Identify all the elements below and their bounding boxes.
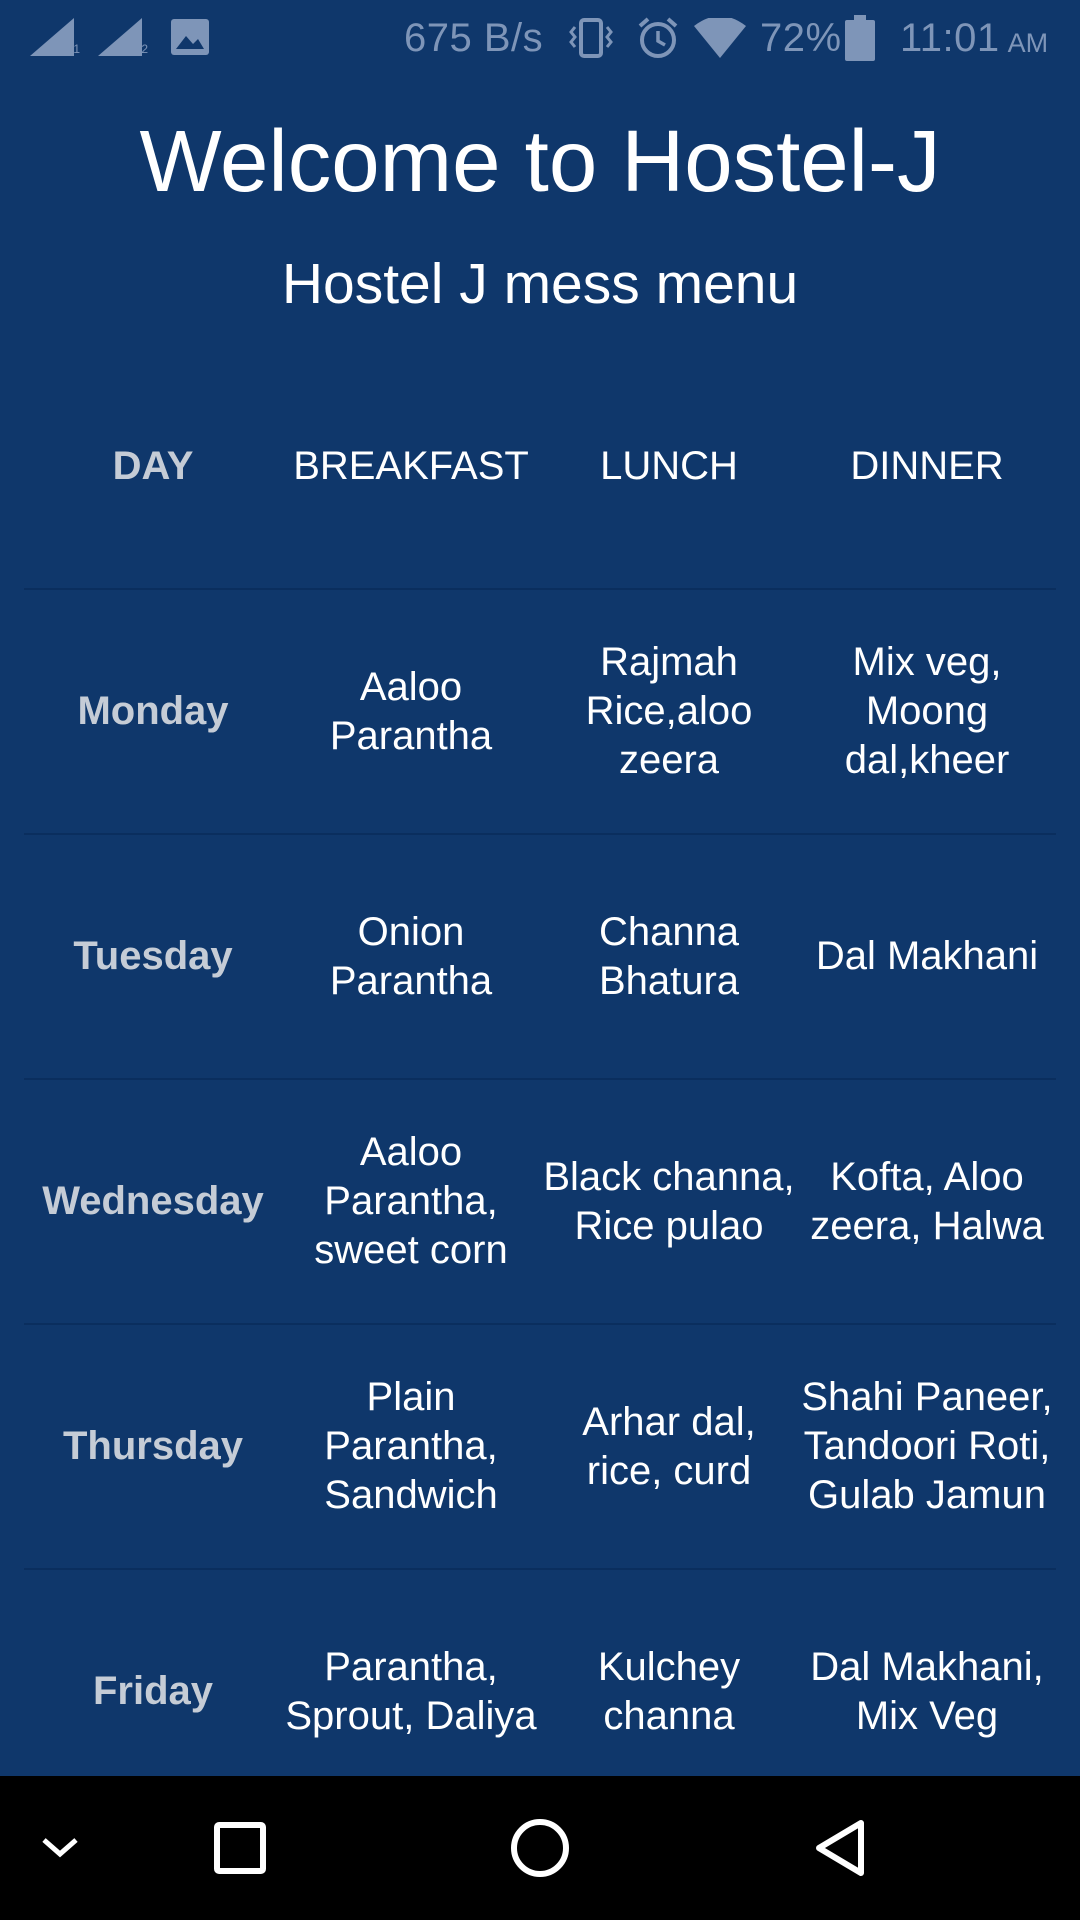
day-cell: Wednesday: [42, 1179, 264, 1223]
header-day: DAY: [112, 444, 194, 488]
status-bar: 1 2 675 B/s 72% 11:01 AM: [0, 0, 1080, 76]
breakfast-cell: Aaloo Parantha: [329, 664, 493, 758]
table-row: Wednesday Aaloo Parantha, sweet corn Bla…: [24, 1080, 1056, 1325]
table-row: Monday Aaloo Parantha Rajmah Rice,aloo z…: [24, 590, 1056, 835]
breakfast-cell: Aaloo Parantha, sweet corn: [314, 1130, 508, 1272]
day-cell: Thursday: [62, 1424, 244, 1468]
home-circle-icon[interactable]: [480, 1776, 600, 1920]
breakfast-cell: Plain Parantha, Sandwich: [324, 1375, 498, 1517]
mess-menu-table: DAY BREAKFAST LUNCH DINNER Monday Aaloo …: [24, 345, 1056, 1815]
back-triangle-icon[interactable]: [780, 1776, 900, 1920]
day-cell: Friday: [92, 1669, 214, 1713]
navigation-bar: [0, 1776, 1080, 1920]
header-breakfast: BREAKFAST: [293, 444, 529, 488]
vibrate-icon: [568, 0, 614, 76]
network-speed: 675 B/s: [404, 15, 544, 60]
alarm-icon: [636, 0, 680, 76]
signal-sim2-icon: 2: [98, 18, 148, 56]
header-lunch: LUNCH: [600, 444, 738, 488]
page-subtitle: Hostel J mess menu: [281, 252, 799, 316]
dinner-cell: Dal Makhani, Mix Veg: [810, 1644, 1044, 1738]
page-title: Welcome to Hostel-J: [139, 113, 941, 210]
battery-icon: [845, 0, 875, 76]
recents-square-icon[interactable]: [180, 1776, 300, 1920]
battery-percent: 72%: [760, 15, 842, 60]
table-row: Thursday Plain Parantha, Sandwich Arhar …: [24, 1325, 1056, 1570]
collapse-chevron-icon[interactable]: [0, 1776, 120, 1920]
signal-sim1-icon: 1: [30, 18, 80, 56]
header-dinner: DINNER: [850, 444, 1004, 488]
lunch-cell: Arhar dal, rice, curd: [582, 1399, 756, 1493]
lunch-cell: Rajmah Rice,aloo zeera: [585, 640, 753, 782]
table-header-row: DAY BREAKFAST LUNCH DINNER: [24, 345, 1056, 590]
dinner-cell: Shahi Paneer, Tandoori Roti, Gulab Jamun: [801, 1375, 1053, 1517]
lunch-cell: Channa Bhatura: [598, 909, 740, 1003]
lunch-cell: Black channa, Rice pulao: [543, 1154, 795, 1248]
table-row: Tuesday Onion Parantha Channa Bhatura Da…: [24, 835, 1056, 1080]
dinner-cell: Kofta, Aloo zeera, Halwa: [810, 1154, 1044, 1248]
dinner-cell: Dal Makhani: [815, 934, 1039, 978]
image-notification-icon: [170, 18, 210, 56]
wifi-icon: [694, 0, 746, 76]
breakfast-cell: Parantha, Sprout, Daliya: [285, 1644, 537, 1738]
day-cell: Monday: [77, 689, 229, 733]
day-cell: Tuesday: [73, 934, 233, 978]
breakfast-cell: Onion Parantha: [329, 909, 493, 1003]
clock: 11:01 AM: [900, 15, 1049, 60]
dinner-cell: Mix veg, Moong dal,kheer: [844, 640, 1010, 782]
lunch-cell: Kulchey channa: [597, 1644, 741, 1738]
